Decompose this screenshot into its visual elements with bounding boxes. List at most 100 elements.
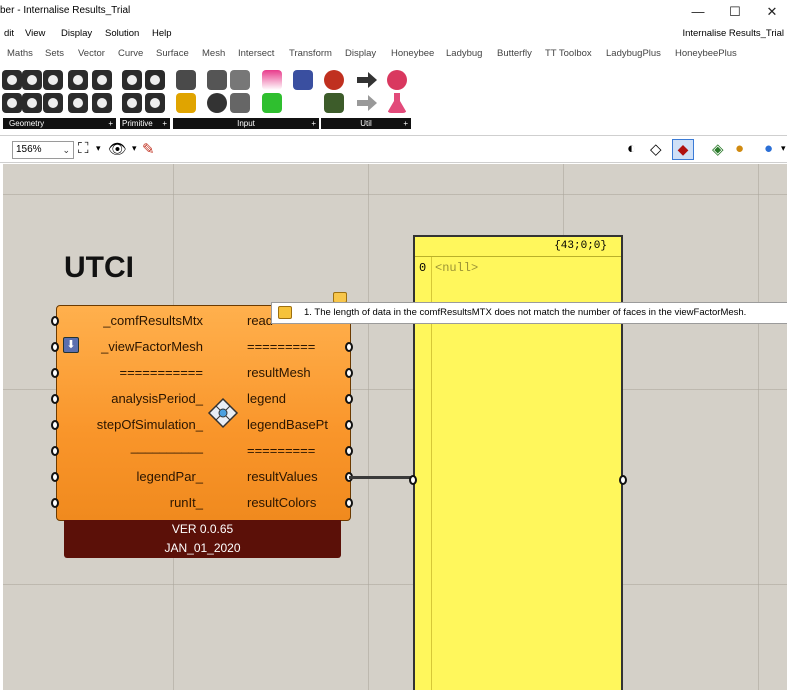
output-grip[interactable] [345, 342, 353, 352]
output-grip[interactable] [345, 420, 353, 430]
menu-display[interactable]: Display [61, 28, 92, 39]
graph-icon[interactable] [176, 93, 196, 113]
gradient-icon[interactable] [262, 70, 282, 90]
boolean-icon[interactable] [122, 70, 142, 90]
dropdown-arrow-icon[interactable]: ▾ [96, 143, 101, 154]
tab-sets[interactable]: Sets [45, 48, 64, 59]
input-grip[interactable] [51, 368, 59, 378]
util-group-label[interactable]: Util + [321, 118, 411, 129]
menu-help[interactable]: Help [152, 28, 172, 39]
box-icon[interactable] [92, 93, 112, 113]
menu-view[interactable]: View [25, 28, 45, 39]
output-result-mesh[interactable]: resultMesh [247, 365, 311, 380]
sphere-preview-icon[interactable]: ● [764, 140, 773, 157]
output-grip[interactable] [345, 394, 353, 404]
flask-icon[interactable] [387, 93, 407, 113]
selected-preview-icon[interactable]: ◈ [712, 140, 724, 158]
tab-honeybee[interactable]: Honeybee [391, 48, 434, 59]
primitive-group-label[interactable]: Primitive + [120, 118, 170, 129]
output-result-values[interactable]: resultValues [247, 469, 318, 484]
output-legend-base-pt[interactable]: legendBasePt [247, 417, 328, 432]
input-view-factor-mesh[interactable]: _viewFactorMesh [101, 339, 203, 354]
zoom-extents-icon[interactable]: ⛶ [78, 140, 89, 157]
dropdown-arrow-icon[interactable]: ▾ [781, 143, 786, 154]
number-icon[interactable] [122, 93, 142, 113]
maximize-button[interactable]: ☐ [720, 2, 750, 22]
connection-wire[interactable] [349, 476, 411, 479]
input-grip[interactable] [51, 472, 59, 482]
output-grip[interactable] [345, 446, 353, 456]
tab-ladybug[interactable]: Ladybug [446, 48, 482, 59]
preview-off-icon[interactable]: ◐ [627, 140, 636, 157]
mesh-icon[interactable] [92, 70, 112, 90]
tab-curve[interactable]: Curve [118, 48, 143, 59]
menu-edit[interactable]: dit [4, 28, 14, 39]
arrow-right-icon[interactable] [357, 72, 377, 88]
circle-icon[interactable] [43, 93, 63, 113]
input-analysis-period[interactable]: analysisPeriod_ [111, 391, 203, 406]
input-group-label[interactable]: Input + [173, 118, 319, 129]
output-legend[interactable]: legend [247, 391, 286, 406]
tab-maths[interactable]: Maths [7, 48, 33, 59]
close-button[interactable]: ✕ [757, 2, 787, 22]
sketch-icon[interactable]: ✎ [142, 140, 155, 158]
tab-honeybeeplus[interactable]: HoneybeePlus [675, 48, 737, 59]
list-icon[interactable] [230, 93, 250, 113]
cherry-icon[interactable] [324, 70, 344, 90]
tab-surface[interactable]: Surface [156, 48, 189, 59]
import-icon[interactable] [176, 70, 196, 90]
panel-output-grip[interactable] [619, 475, 627, 485]
input-grip[interactable] [51, 316, 59, 326]
sphere-icon[interactable] [207, 93, 227, 113]
tab-mesh[interactable]: Mesh [202, 48, 225, 59]
output-grip[interactable] [345, 498, 353, 508]
tab-ladybugplus[interactable]: LadybugPlus [606, 48, 661, 59]
zoom-dropdown[interactable]: 156% ⌄ [12, 141, 74, 159]
tab-vector[interactable]: Vector [78, 48, 105, 59]
dropdown-arrow-icon[interactable]: ▾ [132, 143, 137, 154]
surface-icon[interactable] [68, 70, 88, 90]
output-read[interactable]: read [247, 313, 273, 328]
minimize-button[interactable]: — [683, 2, 713, 22]
panel-input-grip[interactable] [409, 475, 417, 485]
point-icon[interactable] [2, 70, 22, 90]
tab-butterfly[interactable]: Butterfly [497, 48, 532, 59]
eye-icon[interactable]: 👁 [108, 140, 127, 158]
output-grip[interactable] [345, 368, 353, 378]
tab-display[interactable]: Display [345, 48, 376, 59]
menu-solution[interactable]: Solution [105, 28, 139, 39]
tab-intersect[interactable]: Intersect [238, 48, 274, 59]
disk-icon[interactable] [293, 70, 313, 90]
atom-icon[interactable] [387, 70, 407, 90]
save-icon[interactable] [207, 70, 227, 90]
wireframe-preview-icon[interactable]: ◇ [650, 140, 662, 158]
input-legend-par[interactable]: legendPar_ [137, 469, 204, 484]
input-grip[interactable] [51, 342, 59, 352]
vector-icon[interactable] [22, 70, 42, 90]
input-comf-results-mtx[interactable]: _comfResultsMtx [103, 313, 203, 328]
grasshopper-canvas[interactable]: UTCI _comfResultsMtx ⬇ _viewFactorMesh =… [3, 164, 787, 690]
tree-icon[interactable] [324, 93, 344, 113]
output-result-colors[interactable]: resultColors [247, 495, 316, 510]
text-icon[interactable] [145, 93, 165, 113]
input-grip[interactable] [51, 446, 59, 456]
input-grip[interactable] [51, 420, 59, 430]
geometry-group-label[interactable]: Geometry + [3, 118, 116, 129]
curve-icon[interactable] [2, 93, 22, 113]
brep-icon[interactable] [68, 93, 88, 113]
plane-icon[interactable] [43, 70, 63, 90]
pointer-icon[interactable] [230, 70, 250, 90]
input-run-it[interactable]: runIt_ [170, 495, 203, 510]
input-grip[interactable] [51, 394, 59, 404]
tab-tt-toolbox[interactable]: TT Toolbox [545, 48, 592, 59]
integer-icon[interactable] [145, 70, 165, 90]
line-icon[interactable] [22, 93, 42, 113]
input-grip[interactable] [51, 498, 59, 508]
utci-component[interactable]: _comfResultsMtx ⬇ _viewFactorMesh ======… [51, 305, 353, 521]
swatch-icon[interactable] [262, 93, 282, 113]
tab-transform[interactable]: Transform [289, 48, 332, 59]
shaded-preview-icon[interactable]: ◆ [672, 139, 694, 160]
material-icon[interactable]: ● [735, 140, 744, 157]
arrow-outline-icon[interactable] [357, 95, 377, 111]
input-step-of-simulation[interactable]: stepOfSimulation_ [97, 417, 203, 432]
